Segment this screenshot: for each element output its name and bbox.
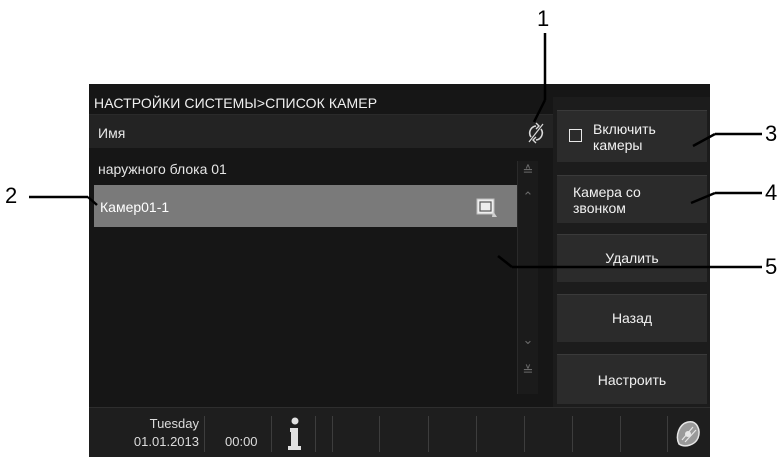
callout-leader-lines bbox=[29, 33, 762, 269]
